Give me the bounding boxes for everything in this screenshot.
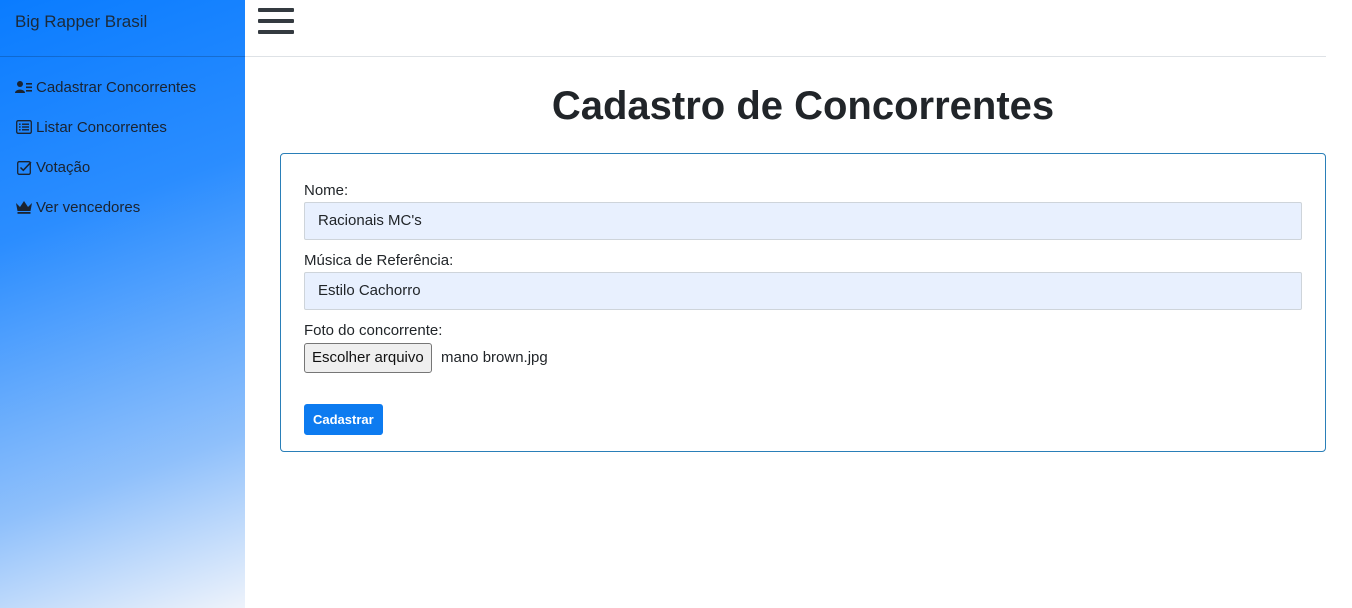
sidebar-item-label: Ver vencedores (36, 198, 141, 216)
name-label: Nome: (304, 182, 349, 199)
sidebar-item-label: Votação (36, 158, 91, 176)
sidebar-item-label: Listar Concorrentes (36, 118, 167, 136)
sidebar-item-listar[interactable]: Listar Concorrentes (0, 107, 245, 147)
register-form: Nome: Racionais MC's Música de Referênci… (280, 153, 1326, 452)
sidebar-item-label: Cadastrar Concorrentes (36, 78, 197, 96)
selected-file-name: mano brown.jpg (441, 349, 548, 366)
check-square-icon (15, 159, 33, 175)
sidebar-nav: Cadastrar Concorrentes Listar Concorrent… (0, 57, 245, 227)
list-icon (15, 119, 33, 135)
sidebar-item-vencedores[interactable]: Ver vencedores (0, 187, 245, 227)
name-input[interactable]: Racionais MC's (304, 202, 1302, 240)
brand-title[interactable]: Big Rapper Brasil (0, 0, 245, 57)
page-title: Cadastro de Concorrentes (551, 84, 1055, 128)
song-label: Música de Referência: (304, 252, 454, 269)
sidebar-item-votacao[interactable]: Votação (0, 147, 245, 187)
hamburger-icon[interactable] (258, 8, 294, 38)
choose-file-button[interactable]: Escolher arquivo (304, 343, 432, 373)
user-list-icon (15, 79, 33, 95)
photo-label: Foto do concorrente: (304, 322, 443, 339)
crown-icon (15, 199, 33, 215)
topbar (245, 0, 1326, 57)
sidebar-item-cadastrar[interactable]: Cadastrar Concorrentes (0, 67, 245, 107)
sidebar: Big Rapper Brasil Cadastrar Concorrentes (0, 0, 245, 608)
song-input[interactable]: Estilo Cachorro (304, 272, 1302, 310)
submit-button[interactable]: Cadastrar (304, 404, 383, 435)
